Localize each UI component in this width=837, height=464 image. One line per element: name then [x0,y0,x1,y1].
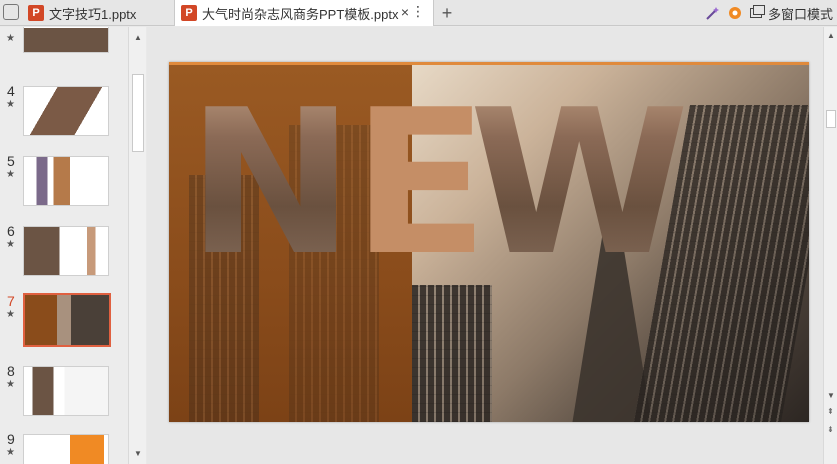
slide-preview [23,226,109,276]
scroll-up-icon[interactable]: ▲ [134,33,142,42]
new-tab-button[interactable]: + [434,0,460,26]
slide-preview [23,27,109,53]
star-icon: ★ [6,379,15,390]
slide-preview [23,86,109,136]
slide-number: 8 [7,363,15,379]
prev-slide-icon[interactable]: ⇞ [827,407,834,416]
multi-window-label: 多窗口模式 [767,6,833,22]
scroll-down-icon[interactable]: ▼ [134,449,142,458]
star-icon: ★ [6,309,15,320]
building-shape [412,285,492,422]
tab-file-2[interactable]: P 大气时尚杂志风商务PPT模板.pptx × ⋮ [174,0,434,26]
slide-number: 5 [7,153,15,169]
slide-preview [23,434,109,464]
multi-window-button[interactable]: 多窗口模式 [746,4,837,23]
star-icon: ★ [6,169,15,180]
current-slide[interactable]: N E W [169,62,809,422]
scroll-thumb[interactable] [826,110,836,128]
multi-window-icon [749,5,765,18]
close-tab-icon[interactable]: × [401,4,409,20]
scroll-down-icon[interactable]: ▼ [827,391,835,400]
scroll-thumb[interactable] [132,74,144,152]
slide-number: 4 [7,83,15,99]
star-icon: ★ [6,33,15,44]
star-icon: ★ [6,239,15,250]
tab-file-1[interactable]: P 文字技巧1.pptx [24,0,174,26]
next-slide-icon[interactable]: ⇟ [827,425,834,434]
slide-thumbnail-panel: ★ 4 ★ 5 ★ 6 ★ 7 ★ 8 ★ 9 ★ [0,27,128,464]
window-menu-icon[interactable] [3,4,19,20]
slide-canvas: N E W [147,27,823,464]
star-icon: ★ [6,447,15,458]
scroll-up-icon[interactable]: ▲ [827,31,835,40]
new-letter-n: N [187,67,354,300]
tab-label: 文字技巧1.pptx [49,6,137,22]
magic-wand-icon[interactable] [702,2,724,24]
right-toolbar: 多窗口模式 [702,0,837,26]
slide-number: 7 [7,293,15,309]
slide-preview [23,156,109,206]
slide-number: 6 [7,223,15,239]
canvas-scrollbar[interactable]: ▲ ▼ ⇞ ⇟ [823,27,837,464]
star-icon: ★ [6,99,15,110]
thumbnail-scrollbar[interactable]: ▲ ▼ [128,27,146,464]
slide-number: 9 [7,431,15,447]
new-letter-w: W [469,67,690,300]
ppt-file-icon: P [181,5,197,21]
tab-bar: P 文字技巧1.pptx P 大气时尚杂志风商务PPT模板.pptx × ⋮ +… [0,0,837,26]
tab-label: 大气时尚杂志风商务PPT模板.pptx [202,6,399,22]
new-letter-e: E [352,67,489,300]
ppt-file-icon: P [28,5,44,21]
more-icon[interactable]: ⋮ [411,3,425,20]
slide-preview [23,293,111,347]
slide-preview [23,366,109,416]
settings-icon[interactable] [724,2,746,24]
